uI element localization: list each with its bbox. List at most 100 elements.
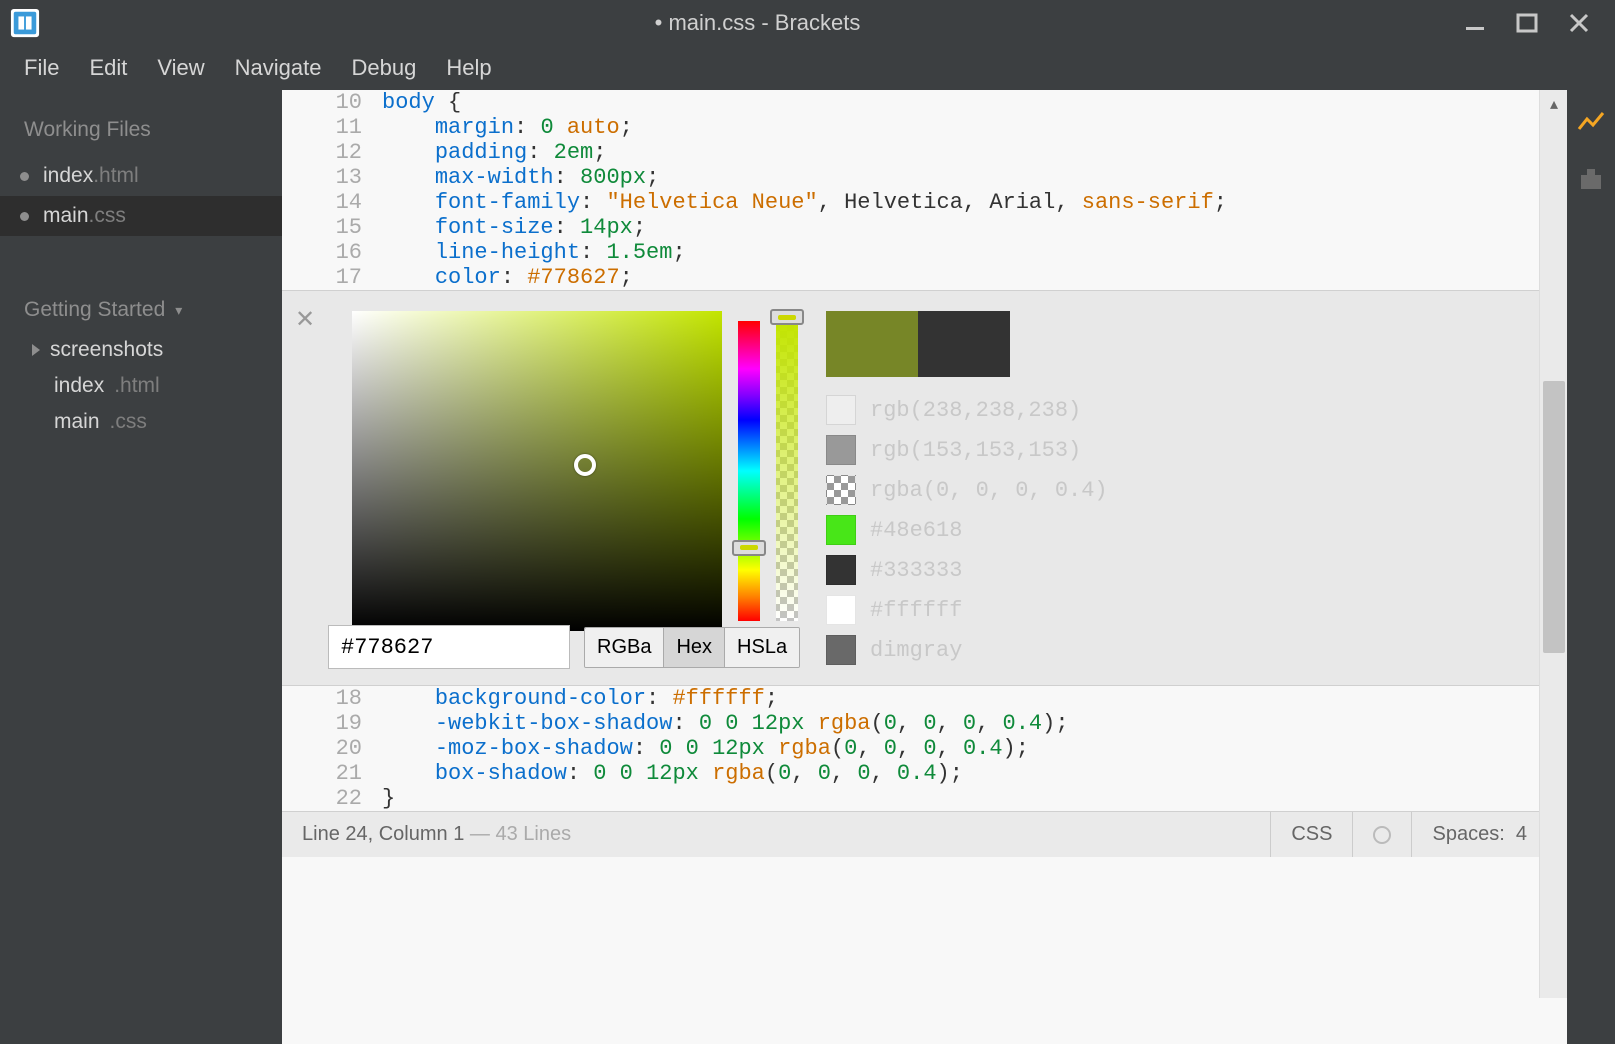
code-text[interactable]: max-width: 800px; — [382, 165, 1567, 190]
color-swatch-entry[interactable]: rgb(238,238,238) — [826, 395, 1108, 425]
menu-item-debug[interactable]: Debug — [352, 55, 417, 81]
color-swatch — [826, 555, 856, 585]
menu-item-navigate[interactable]: Navigate — [235, 55, 322, 81]
sidebar: Working Files index.htmlmain.css Getting… — [0, 90, 282, 1044]
code-line[interactable]: 17 color: #778627; — [282, 265, 1567, 290]
color-label: dimgray — [870, 638, 962, 663]
code-text[interactable]: body { — [382, 90, 1567, 115]
language-mode[interactable]: CSS — [1270, 812, 1352, 857]
color-swatch-entry[interactable]: rgb(153,153,153) — [826, 435, 1108, 465]
file-name: index.html — [43, 164, 139, 188]
menu-item-file[interactable]: File — [24, 55, 59, 81]
alpha-handle[interactable] — [770, 309, 804, 325]
menu-item-edit[interactable]: Edit — [89, 55, 127, 81]
vertical-scrollbar[interactable]: ▴ — [1539, 90, 1567, 998]
code-text[interactable]: -moz-box-shadow: 0 0 12px rgba(0, 0, 0, … — [382, 736, 1567, 761]
scrollbar-thumb[interactable] — [1543, 381, 1565, 653]
line-number: 15 — [282, 215, 382, 240]
app-icon — [10, 8, 40, 38]
color-swatch — [826, 395, 856, 425]
menu-item-view[interactable]: View — [157, 55, 204, 81]
code-line[interactable]: 16 line-height: 1.5em; — [282, 240, 1567, 265]
format-button-rgba[interactable]: RGBa — [585, 628, 664, 667]
code-text[interactable]: color: #778627; — [382, 265, 1567, 290]
code-line[interactable]: 19 -webkit-box-shadow: 0 0 12px rgba(0, … — [282, 711, 1567, 736]
maximize-button[interactable] — [1515, 11, 1539, 35]
code-line[interactable]: 14 font-family: "Helvetica Neue", Helvet… — [282, 190, 1567, 215]
color-format-buttons: RGBaHexHSLa — [584, 627, 800, 668]
live-preview-icon[interactable] — [1576, 108, 1606, 138]
line-number: 22 — [282, 786, 382, 811]
line-number: 18 — [282, 686, 382, 711]
code-upper[interactable]: 10body {11 margin: 0 auto;12 padding: 2e… — [282, 90, 1567, 290]
code-text[interactable]: padding: 2em; — [382, 140, 1567, 165]
color-swatch-entry[interactable]: #333333 — [826, 555, 1108, 585]
color-swatch — [826, 435, 856, 465]
code-text[interactable]: box-shadow: 0 0 12px rgba(0, 0, 0, 0.4); — [382, 761, 1567, 786]
working-file-index[interactable]: index.html — [0, 156, 282, 196]
tree-file-index[interactable]: index.html — [0, 368, 282, 404]
color-swatch-entry[interactable]: #ffffff — [826, 595, 1108, 625]
color-swatch-entry[interactable]: dimgray — [826, 635, 1108, 665]
format-button-hex[interactable]: Hex — [664, 628, 725, 667]
line-number: 11 — [282, 115, 382, 140]
indent-settings[interactable]: Spaces: 4 — [1411, 812, 1547, 857]
tree-file-main[interactable]: main.css — [0, 404, 282, 440]
alpha-slider[interactable] — [776, 311, 798, 631]
code-text[interactable]: font-family: "Helvetica Neue", Helvetica… — [382, 190, 1567, 215]
code-text[interactable]: font-size: 14px; — [382, 215, 1567, 240]
hue-slider[interactable] — [738, 311, 760, 631]
close-icon[interactable]: ✕ — [292, 306, 318, 332]
code-line[interactable]: 12 padding: 2em; — [282, 140, 1567, 165]
cursor-position: Line 24, Column 1 — 43 Lines — [302, 823, 1270, 846]
line-number: 10 — [282, 90, 382, 115]
tree-folder-screenshots[interactable]: screenshots — [0, 332, 282, 368]
code-text[interactable]: line-height: 1.5em; — [382, 240, 1567, 265]
code-line[interactable]: 13 max-width: 800px; — [282, 165, 1567, 190]
menubar: File Edit View Navigate Debug Help — [0, 46, 1615, 90]
menu-item-help[interactable]: Help — [446, 55, 491, 81]
color-history-list: rgb(238,238,238) rgb(153,153,153) rgba(0, … — [826, 395, 1108, 665]
color-label: #ffffff — [870, 598, 962, 623]
modified-dot-icon — [20, 172, 29, 181]
picker-cursor[interactable] — [574, 454, 596, 476]
code-lower[interactable]: 18 background-color: #ffffff;19 -webkit-… — [282, 686, 1567, 811]
code-text[interactable]: } — [382, 786, 1567, 811]
color-swatch — [826, 635, 856, 665]
extension-manager-icon[interactable] — [1576, 164, 1606, 194]
color-swatch-entry[interactable]: #48e618 — [826, 515, 1108, 545]
color-label: rgb(238,238,238) — [870, 398, 1081, 423]
project-name: Getting Started — [24, 298, 165, 322]
color-value-input[interactable] — [328, 625, 570, 669]
lint-indicator[interactable] — [1352, 812, 1411, 857]
project-tree-header[interactable]: Getting Started ▾ — [0, 278, 282, 332]
hue-handle[interactable] — [732, 540, 766, 556]
working-files-header: Working Files — [0, 108, 282, 156]
color-swatch-entry[interactable]: rgba(0, 0, 0, 0.4) — [826, 475, 1108, 505]
color-swatch — [826, 475, 856, 505]
minimize-button[interactable] — [1463, 11, 1487, 35]
close-button[interactable] — [1567, 11, 1591, 35]
code-text[interactable]: background-color: #ffffff; — [382, 686, 1567, 711]
code-line[interactable]: 10body { — [282, 90, 1567, 115]
format-button-hsla[interactable]: HSLa — [725, 628, 799, 667]
saturation-value-picker[interactable] — [352, 311, 722, 631]
color-swatch — [826, 515, 856, 545]
color-label: rgb(153,153,153) — [870, 438, 1081, 463]
scroll-up-icon[interactable]: ▴ — [1540, 90, 1567, 118]
working-file-main[interactable]: main.css — [0, 196, 282, 236]
code-line[interactable]: 18 background-color: #ffffff; — [282, 686, 1567, 711]
dropdown-icon: ▾ — [175, 302, 182, 319]
code-line[interactable]: 20 -moz-box-shadow: 0 0 12px rgba(0, 0, … — [282, 736, 1567, 761]
code-line[interactable]: 11 margin: 0 auto; — [282, 115, 1567, 140]
code-line[interactable]: 22} — [282, 786, 1567, 811]
code-text[interactable]: margin: 0 auto; — [382, 115, 1567, 140]
code-line[interactable]: 21 box-shadow: 0 0 12px rgba(0, 0, 0, 0.… — [282, 761, 1567, 786]
code-line[interactable]: 15 font-size: 14px; — [282, 215, 1567, 240]
original-color-swatch — [918, 311, 1010, 377]
current-original-swatch — [826, 311, 1108, 377]
file-name: main.css — [43, 204, 126, 228]
inline-color-editor: ✕ — [282, 290, 1567, 686]
code-text[interactable]: -webkit-box-shadow: 0 0 12px rgba(0, 0, … — [382, 711, 1567, 736]
line-number: 19 — [282, 711, 382, 736]
